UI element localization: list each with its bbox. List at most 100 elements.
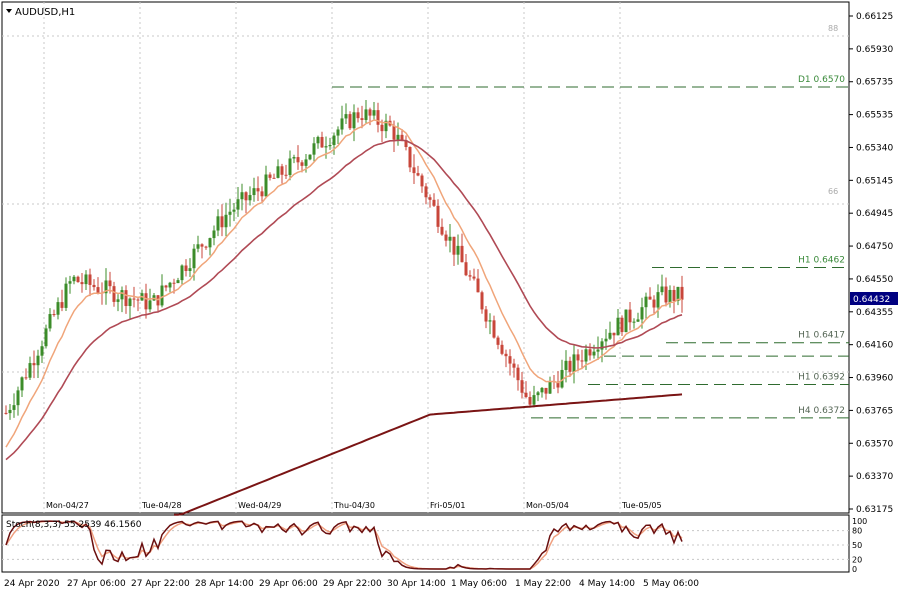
candle-body bbox=[464, 262, 468, 276]
candle-body bbox=[116, 299, 120, 302]
candle-body bbox=[4, 412, 8, 414]
candle-body bbox=[64, 283, 68, 308]
candle-body bbox=[496, 337, 500, 345]
candle-body bbox=[428, 197, 432, 200]
candle-body bbox=[44, 328, 48, 347]
candle-body bbox=[372, 110, 376, 116]
price-axis-label: 0.63175 bbox=[856, 505, 893, 515]
price-axis-label: 0.63765 bbox=[856, 406, 893, 416]
candle-body bbox=[656, 292, 660, 308]
candle-body bbox=[424, 186, 428, 198]
sr-level-label: H1 0.6462 bbox=[798, 256, 845, 266]
candle-body bbox=[364, 109, 368, 120]
candle-body bbox=[376, 110, 380, 125]
candle-body bbox=[416, 173, 420, 176]
candle-body bbox=[196, 244, 200, 249]
candle-body bbox=[568, 360, 572, 372]
time-axis-label: 27 Apr 06:00 bbox=[67, 579, 126, 589]
candle-body bbox=[240, 192, 244, 200]
candle-body bbox=[292, 157, 296, 159]
candle-body bbox=[312, 143, 316, 155]
candle-body bbox=[680, 286, 684, 300]
candle-body bbox=[68, 281, 72, 284]
candle-body bbox=[624, 309, 628, 333]
candle-body bbox=[436, 205, 440, 227]
candle-body bbox=[652, 299, 656, 308]
fib-level-label: 66 bbox=[828, 187, 838, 196]
candle-body bbox=[540, 387, 544, 393]
candle-body bbox=[484, 309, 488, 322]
candle-body bbox=[636, 319, 640, 322]
sr-level-label: D1 0.6570 bbox=[798, 75, 845, 85]
candle-body bbox=[48, 314, 52, 329]
candle-body bbox=[264, 174, 268, 197]
candle-body bbox=[432, 199, 436, 206]
candle-body bbox=[204, 246, 208, 248]
candle-body bbox=[244, 192, 248, 201]
candle-body bbox=[360, 118, 364, 120]
day-marker-label: Mon-05/04 bbox=[526, 501, 569, 510]
candle-body bbox=[224, 214, 228, 228]
day-marker-label: Thu-04/30 bbox=[333, 501, 375, 510]
candle-body bbox=[632, 321, 636, 323]
candle-body bbox=[412, 167, 416, 174]
day-marker-label: Tue-04/28 bbox=[141, 501, 182, 510]
candle-body bbox=[176, 280, 180, 284]
candle-body bbox=[488, 320, 492, 322]
candle-body bbox=[544, 387, 548, 394]
candle-body bbox=[20, 377, 24, 391]
candle-body bbox=[284, 174, 288, 176]
candle-body bbox=[576, 354, 580, 361]
candle-body bbox=[288, 158, 292, 175]
price-axis-label: 0.64160 bbox=[856, 341, 893, 351]
candle-body bbox=[200, 244, 204, 247]
candle-body bbox=[40, 346, 44, 356]
candle-body bbox=[56, 302, 60, 315]
candle-body bbox=[236, 199, 240, 210]
candle-body bbox=[340, 118, 344, 130]
time-axis-label: 1 May 22:00 bbox=[515, 579, 571, 589]
candle-body bbox=[476, 278, 480, 293]
candle-body bbox=[212, 230, 216, 239]
candle-body bbox=[580, 360, 584, 362]
time-axis: 24 Apr 2020 27 Apr 06:00 27 Apr 22:00 28 Ap… bbox=[4, 579, 699, 589]
day-marker-label: Mon-04/27 bbox=[46, 501, 89, 510]
candle-body bbox=[248, 195, 252, 201]
candle-body bbox=[420, 175, 424, 187]
candle-body bbox=[108, 280, 112, 287]
candle-body bbox=[480, 292, 484, 310]
main-pane-frame bbox=[1, 1, 850, 514]
candle-body bbox=[268, 174, 272, 178]
candle-body bbox=[344, 114, 348, 119]
price-axis-label: 0.65145 bbox=[856, 176, 893, 186]
candle-body bbox=[352, 112, 356, 129]
candle-body bbox=[620, 317, 624, 333]
candle-body bbox=[504, 353, 508, 357]
candle-body bbox=[664, 286, 668, 303]
price-axis-label: 0.65340 bbox=[856, 143, 893, 153]
candle-body bbox=[492, 320, 496, 338]
candle-body bbox=[468, 275, 472, 277]
time-axis-label: 1 May 06:00 bbox=[451, 579, 507, 589]
chart-title: AUDUSD,H1 bbox=[15, 7, 75, 18]
candle-body bbox=[368, 109, 372, 116]
candle-body bbox=[144, 293, 148, 310]
candle-body bbox=[164, 285, 168, 288]
candle-body bbox=[316, 136, 320, 144]
candle-body bbox=[136, 299, 140, 301]
candle-body bbox=[120, 290, 124, 300]
candle-body bbox=[308, 154, 312, 160]
candle-body bbox=[572, 354, 576, 372]
candle-body bbox=[516, 367, 520, 381]
price-axis-label: 0.65735 bbox=[856, 78, 893, 88]
candle-body bbox=[192, 248, 196, 269]
price-axis-label: 0.64750 bbox=[856, 242, 893, 252]
day-marker-label: Fri-05/01 bbox=[430, 501, 465, 510]
candle-body bbox=[32, 363, 36, 366]
candle-body bbox=[252, 188, 256, 196]
candle-body bbox=[72, 276, 76, 282]
candle-body bbox=[528, 396, 532, 405]
price-axis-label: 0.63570 bbox=[856, 439, 893, 449]
candle-body bbox=[672, 289, 676, 301]
sr-level-label: H1 0.6417 bbox=[798, 331, 845, 341]
